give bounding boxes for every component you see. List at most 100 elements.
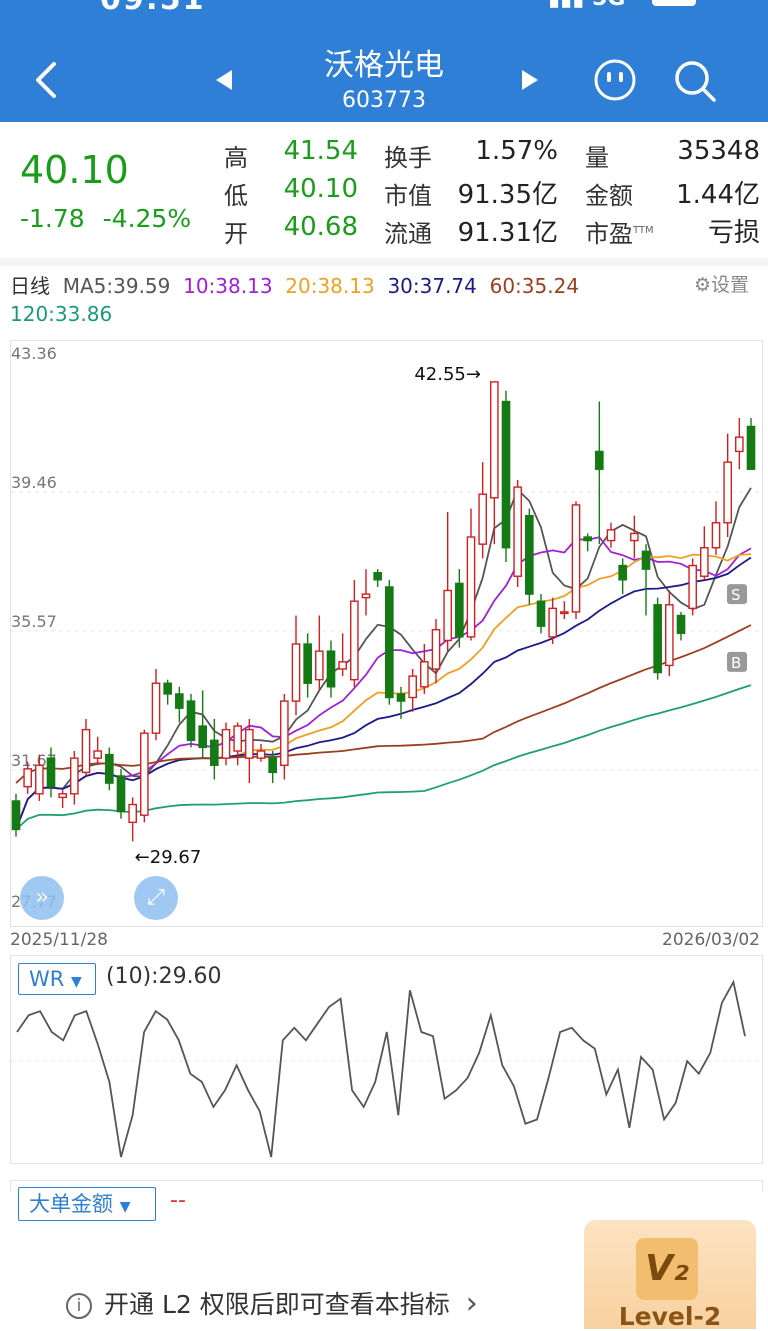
label-turnover: 换手 (384, 144, 432, 172)
candle-body (280, 700, 289, 766)
candle-body (653, 604, 662, 674)
candle-body (606, 529, 616, 542)
info-icon: i (66, 1293, 92, 1319)
ma60-value: 60:35.24 (489, 274, 580, 298)
candle-body (105, 753, 114, 784)
candle-body (303, 643, 312, 684)
label-market-cap: 市值 (384, 182, 432, 210)
candle-body (70, 757, 79, 795)
value-volume: 35348 (677, 136, 760, 166)
candle-body (23, 768, 32, 788)
candle-body (571, 504, 581, 613)
y-tick-label: 43.36 (11, 344, 57, 363)
kline-svg: 43.3639.4635.5731.6727.7742.55→←29.67SB (11, 344, 762, 911)
last-price: 40.10 (20, 148, 129, 192)
ma120-line (15, 684, 752, 831)
candle-body (361, 593, 371, 599)
candle-body (46, 757, 56, 788)
ma10-line (15, 536, 752, 830)
candle-body (198, 725, 207, 749)
candle-body (455, 582, 464, 638)
candle-body (560, 611, 569, 615)
change-percent: -4.25% (102, 204, 192, 233)
notice-text: 开通 L2 权限后即可查看本指标 (104, 1290, 450, 1319)
search-icon[interactable] (672, 58, 718, 104)
candle-body (665, 604, 674, 667)
chart-end-date: 2026/03/02 (662, 930, 760, 950)
ma5-value: MA5:39.59 (62, 274, 171, 298)
candle-body (315, 650, 324, 681)
candle-body (431, 629, 441, 670)
l2-notice-link[interactable]: i 开通 L2 权限后即可查看本指标 › (66, 1285, 478, 1321)
expand-left-icon[interactable]: » (20, 876, 64, 920)
dropdown-caret-icon: ▼ (119, 1199, 131, 1215)
candle-body (700, 547, 709, 577)
status-time: 09:51 (100, 0, 206, 17)
candle-body (245, 728, 254, 759)
value-pe: 亏损 (707, 218, 760, 248)
buy-marker-label: B (731, 654, 741, 672)
value-turnover: 1.57% (475, 136, 558, 166)
wr-line (16, 979, 746, 1158)
chart-setting-button[interactable]: ⚙设置 (694, 270, 749, 297)
candle-body (595, 450, 604, 470)
price-change: -1.78 -4.25% (20, 204, 191, 233)
candle-body (338, 661, 347, 670)
indicator-select[interactable]: WR ▼ (18, 963, 96, 995)
change-amount: -1.78 (20, 204, 85, 233)
candle-body (256, 750, 266, 759)
label-float-cap: 流通 (384, 220, 432, 248)
period-label: 日线 (10, 274, 50, 298)
candle-body (746, 425, 756, 470)
sell-marker-label: S (731, 586, 741, 604)
candle-body (688, 564, 697, 610)
value-market-cap: 91.35亿 (457, 180, 558, 210)
candle-body (163, 682, 172, 695)
v2-icon: V₂ (636, 1238, 698, 1300)
candle-body (723, 461, 732, 524)
label-amount: 金额 (585, 182, 633, 210)
battery-icon (652, 0, 696, 6)
candle-body (536, 600, 546, 627)
candle-body (186, 700, 196, 742)
candle-body (548, 607, 557, 638)
ma30-value: 30:37.74 (387, 274, 477, 298)
candle-body (501, 400, 511, 549)
candle-body (116, 775, 126, 813)
candle-body (443, 589, 452, 642)
candle-body (735, 436, 744, 453)
top-header: 09:51 ▮▮▮ 5G 沃格光电 603773 (0, 0, 768, 122)
kline-chart[interactable]: 43.3639.4635.5731.6727.7742.55→←29.67SB (10, 340, 763, 927)
candle-body (151, 682, 161, 734)
next-stock-arrow-icon[interactable] (518, 66, 542, 94)
chevron-right-icon: › (465, 1286, 478, 1321)
ma20-value: 20:38.13 (285, 274, 375, 298)
indicator-label: WR (29, 967, 65, 991)
ma60-line (15, 624, 752, 784)
candle-body (641, 550, 651, 570)
large-order-select[interactable]: 大单金额 ▼ (18, 1187, 156, 1221)
candle-body (711, 522, 721, 549)
candle-body (233, 725, 242, 752)
ma20-line (15, 553, 752, 830)
value-high: 41.54 (283, 136, 358, 166)
candle-body (291, 643, 301, 702)
candle-body (618, 564, 627, 581)
candle-body (140, 732, 149, 816)
candle-body (268, 757, 277, 774)
ma-legend: 日线 MA5:39.59 10:38.13 20:38.13 30:37.74 … (10, 270, 579, 299)
label-pe-text: 市盈 (585, 220, 633, 248)
status-network-label: 5G (592, 0, 625, 11)
face-icon[interactable] (593, 58, 637, 102)
candle-body (466, 536, 476, 638)
candle-body (490, 381, 499, 499)
level2-badge[interactable]: V₂ Level-2 (584, 1220, 756, 1331)
label-low: 低 (224, 182, 248, 210)
candle-body (81, 728, 91, 774)
candle-body (676, 614, 686, 635)
fullscreen-icon[interactable]: ⤢ (134, 876, 178, 920)
ma120-value: 120:33.86 (10, 302, 113, 326)
quote-panel: 40.10 -1.78 -4.25% 高 41.54 低 40.10 开 40.… (0, 122, 768, 260)
gear-icon: ⚙ (694, 274, 712, 296)
candle-body (396, 693, 406, 702)
